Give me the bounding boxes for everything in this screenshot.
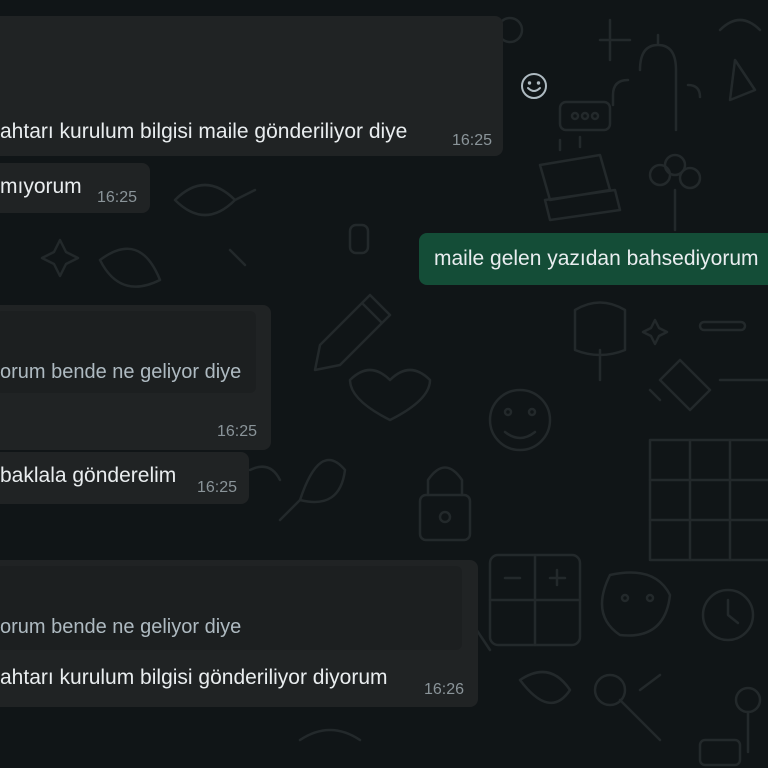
emoji-smile-icon[interactable] [518,70,550,102]
message-timestamp: 16:25 [452,132,493,149]
quoted-message[interactable]: orum bende ne geliyor diye [0,311,256,393]
message-timestamp: 16:26 [424,681,465,698]
message-timestamp: 16:25 [197,479,238,496]
message-bubble[interactable]: orum bende ne geliyor diye ahtarı kurulu… [0,560,478,707]
quoted-text: orum bende ne geliyor diye [0,616,242,638]
message-timestamp: 16:25 [97,189,138,206]
message-bubble[interactable]: ahtarı kurulum bilgisi maile gönderiliyo… [0,16,503,156]
message-text: maile gelen yazıdan bahsediyorum [434,247,759,270]
message-text: baklala gönderelim [0,464,177,487]
chat-panel: ahtarı kurulum bilgisi maile gönderiliyo… [0,0,768,768]
quoted-text: orum bende ne geliyor diye [0,361,242,383]
message-timestamp: 16:25 [217,423,258,440]
message-bubble-outgoing[interactable]: maile gelen yazıdan bahsediyorum [419,233,768,285]
message-text: mıyorum [0,175,82,198]
message-text: ahtarı kurulum bilgisi gönderiliyor diyo… [0,666,388,689]
message-bubble[interactable]: baklala gönderelim 16:25 [0,452,249,504]
message-bubble[interactable]: mıyorum 16:25 [0,163,150,213]
quoted-message[interactable]: orum bende ne geliyor diye [0,566,462,650]
message-text: ahtarı kurulum bilgisi maile gönderiliyo… [0,120,408,143]
message-bubble[interactable]: orum bende ne geliyor diye 16:25 [0,305,271,450]
